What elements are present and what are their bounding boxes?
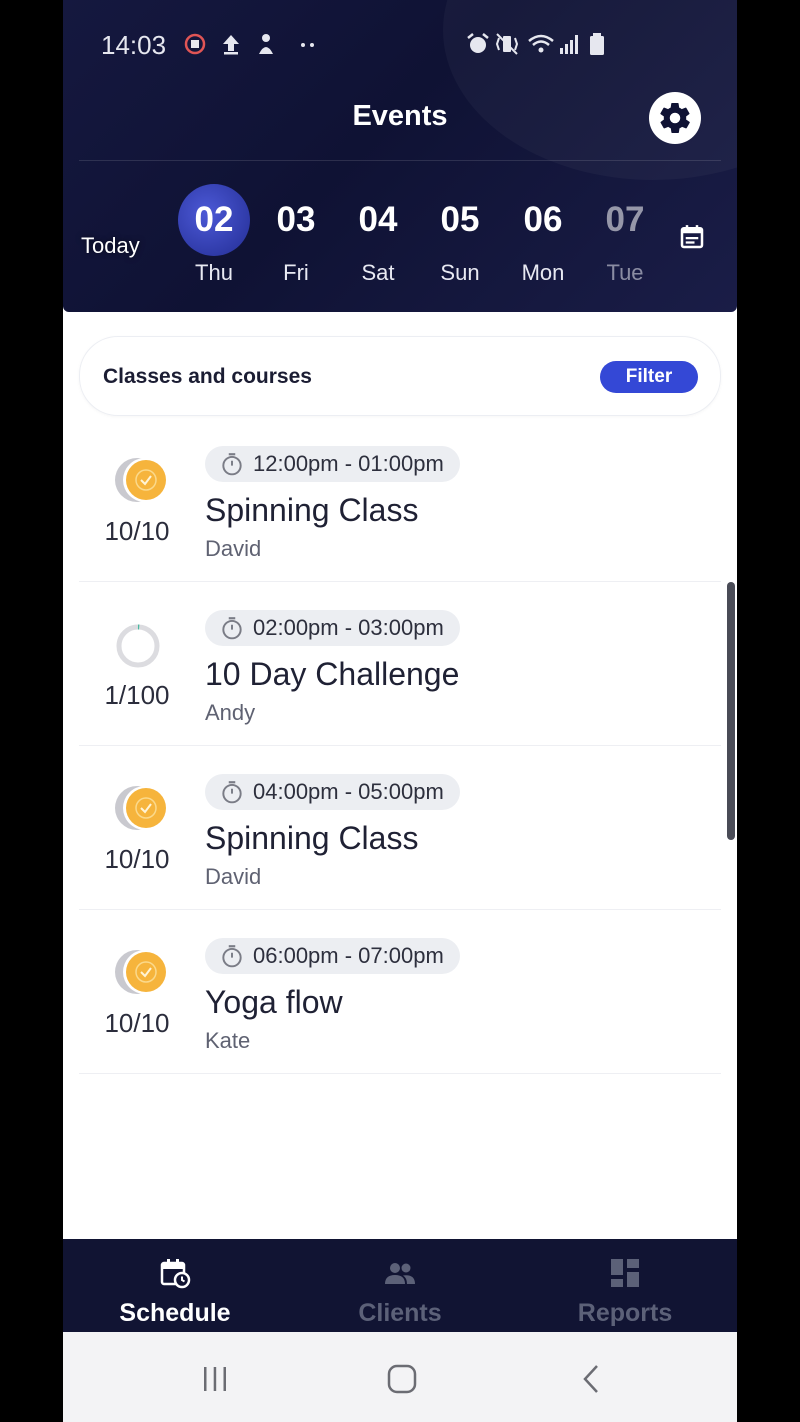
recent-apps-icon[interactable] [198, 1362, 232, 1396]
time-pill: 02:00pm - 03:00pm [205, 610, 460, 646]
wifi-icon [527, 32, 555, 56]
dashboard-icon [611, 1259, 639, 1287]
day-number: 07 [605, 200, 645, 239]
day-of-week: Mon [521, 260, 565, 285]
time-pill: 04:00pm - 05:00pm [205, 774, 460, 810]
day-number: 05 [440, 200, 480, 239]
scrollbar-thumb[interactable] [727, 582, 735, 840]
event-instructor: Andy [205, 700, 256, 725]
settings-button[interactable] [649, 92, 701, 144]
event-instructor: Kate [205, 1028, 251, 1053]
day-number: 06 [523, 200, 563, 239]
upload-icon [220, 32, 242, 56]
calendar-button[interactable] [677, 222, 707, 252]
bottom-nav: Schedule Clients Reports [63, 1239, 737, 1332]
event-title: 10 Day Challenge [205, 656, 460, 692]
schedule-icon [160, 1259, 191, 1289]
event-instructor: David [205, 536, 262, 561]
event-instructor: David [205, 864, 262, 889]
system-nav-bar [63, 1332, 737, 1422]
capacity-count: 10/10 [104, 516, 170, 546]
header: 14:03 Events Today 02 Thu 03 Fri 04 Sat … [63, 0, 737, 312]
event-item[interactable]: 10/10 06:00pm - 07:00pm Yoga flow Kate [63, 910, 737, 1074]
alarm-icon [465, 32, 491, 56]
vibrate-icon [494, 32, 520, 56]
battery-icon [588, 32, 606, 56]
nav-label: Reports [577, 1299, 673, 1327]
header-divider [79, 160, 721, 161]
day-of-week: Thu [195, 260, 233, 285]
nav-schedule[interactable]: Schedule [63, 1239, 287, 1332]
nav-clients[interactable]: Clients [288, 1239, 512, 1332]
calendar-icon [680, 225, 704, 249]
status-time: 14:03 [101, 30, 167, 60]
nav-label: Schedule [119, 1299, 231, 1327]
capacity-full-icon [115, 786, 167, 830]
day-thu-02[interactable]: 02 Thu [174, 182, 254, 292]
stopwatch-icon [222, 453, 242, 476]
capacity-full-icon [115, 950, 167, 994]
stopwatch-icon [222, 617, 242, 640]
back-icon[interactable] [575, 1362, 609, 1396]
day-of-week: Fri [283, 260, 309, 285]
gear-icon [660, 102, 690, 134]
stopwatch-icon [222, 945, 242, 968]
status-bar: 14:03 [63, 0, 737, 90]
filter-button[interactable]: Filter [600, 361, 698, 393]
person-icon [255, 32, 277, 56]
stopwatch-icon [222, 781, 242, 804]
phone-screen: 14:03 Events Today 02 Thu 03 Fri 04 Sat … [63, 0, 737, 1422]
capacity-ring-icon [116, 624, 160, 668]
event-title: Spinning Class [205, 820, 419, 856]
event-time: 04:00pm - 05:00pm [253, 779, 444, 804]
day-of-week: Sat [361, 260, 395, 285]
day-mon-06[interactable]: 06 Mon [503, 182, 583, 292]
list-divider [79, 1073, 721, 1074]
nav-reports[interactable]: Reports [513, 1239, 737, 1332]
day-sat-04[interactable]: 04 Sat [338, 182, 418, 292]
nav-label: Clients [358, 1299, 442, 1327]
event-title: Spinning Class [205, 492, 419, 528]
event-list: 10/10 12:00pm - 01:00pm Spinning Class D… [63, 418, 737, 1074]
screen-recorder-icon [183, 32, 207, 56]
capacity-full-icon [115, 458, 167, 502]
capacity-count: 1/100 [104, 680, 170, 710]
day-fri-03[interactable]: 03 Fri [256, 182, 336, 292]
filter-bar: Classes and courses Filter [79, 336, 721, 416]
event-time: 02:00pm - 03:00pm [253, 615, 444, 640]
day-number: 02 [178, 184, 250, 256]
event-item[interactable]: 10/10 12:00pm - 01:00pm Spinning Class D… [63, 418, 737, 582]
home-icon[interactable] [385, 1362, 419, 1396]
signal-icon [559, 32, 581, 56]
capacity-count: 10/10 [104, 844, 170, 874]
event-item[interactable]: 10/10 04:00pm - 05:00pm Spinning Class D… [63, 746, 737, 910]
time-pill: 06:00pm - 07:00pm [205, 938, 460, 974]
day-tue-07[interactable]: 07 Tue [585, 182, 647, 292]
capacity-count: 10/10 [104, 1008, 170, 1038]
event-title: Yoga flow [205, 984, 343, 1020]
event-time: 06:00pm - 07:00pm [253, 943, 444, 968]
event-time: 12:00pm - 01:00pm [253, 451, 444, 476]
time-pill: 12:00pm - 01:00pm [205, 446, 460, 482]
day-number: 04 [358, 200, 398, 239]
more-dots-icon [299, 32, 317, 56]
day-sun-05[interactable]: 05 Sun [420, 182, 500, 292]
today-button[interactable]: Today [81, 233, 140, 259]
day-of-week: Tue [606, 260, 644, 285]
event-item[interactable]: 1/100 02:00pm - 03:00pm 10 Day Challenge… [63, 582, 737, 746]
people-icon [385, 1263, 415, 1284]
day-number: 03 [276, 200, 316, 239]
day-of-week: Sun [440, 260, 480, 285]
page-title: Events [352, 100, 448, 132]
filter-bar-label: Classes and courses [103, 365, 312, 388]
